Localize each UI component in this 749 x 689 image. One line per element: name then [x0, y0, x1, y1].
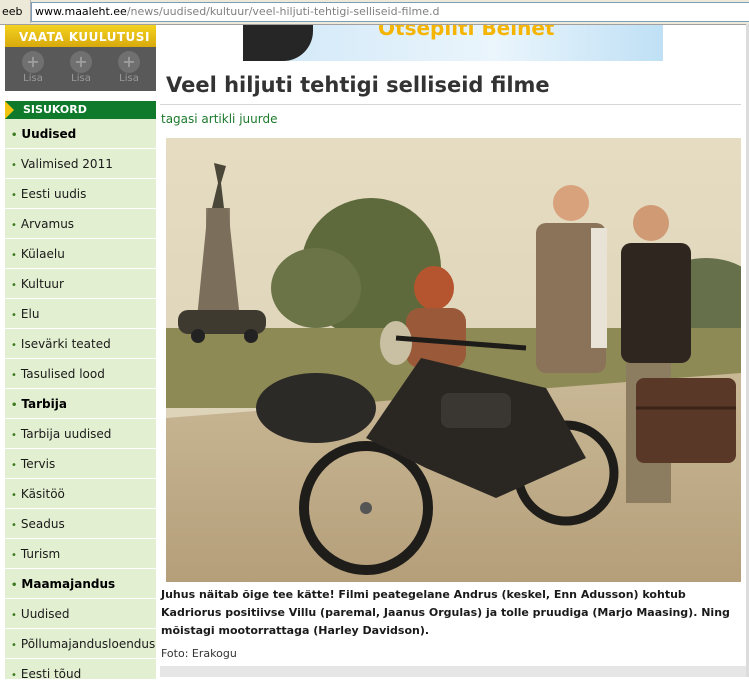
sidebar-item-label: Eesti uudis [20, 187, 87, 201]
bullet-icon: • [11, 280, 17, 291]
sidebar-item-label: Külaelu [20, 247, 65, 261]
bullet-icon: • [11, 340, 17, 351]
sidebar-item-label: Seadus [20, 517, 65, 531]
nav-header: SISUKORD [5, 101, 156, 119]
back-to-article-link[interactable]: tagasi artikli juurde [161, 112, 277, 126]
sidebar-item-maamajandus-uudised[interactable]: • Uudised [5, 599, 156, 629]
plus-icon: + [70, 51, 92, 73]
sidebar-item-label: Uudised [21, 127, 77, 141]
classifieds-ad-box[interactable]: VAATA KUULUTUSI + Lisa + Lisa + Lisa [5, 25, 156, 91]
sidebar-item-label: Tervis [20, 457, 56, 471]
add-label: Lisa [23, 73, 43, 84]
bullet-icon: • [11, 250, 17, 261]
sidebar-item-tasulised-lood[interactable]: • Tasulised lood [5, 359, 156, 389]
plus-icon: + [22, 51, 44, 73]
add-button-1[interactable]: + Lisa [13, 51, 53, 84]
sidebar-item-label: Valimised 2011 [20, 157, 113, 171]
banner-text: Otsepilti Belnet [378, 25, 555, 40]
sidebar-item-label: Eesti tõud [20, 667, 82, 681]
bullet-icon: • [11, 400, 18, 411]
sidebar-item-label: Maamajandus [21, 577, 116, 591]
address-label: eeb [0, 0, 31, 23]
sidebar-item-elu[interactable]: • Elu [5, 299, 156, 329]
add-label: Lisa [71, 73, 91, 84]
sidebar-item-isevarki-teated[interactable]: • Isevärki teated [5, 329, 156, 359]
page-title: Veel hiljuti tehtigi selliseid filme [166, 73, 550, 97]
sidebar-item-label: Tarbija uudised [20, 427, 112, 441]
sidebar-item-seadus[interactable]: • Seadus [5, 509, 156, 539]
sidebar-item-label: Tasulised lood [20, 367, 105, 381]
sidebar-item-label: Käsitöö [20, 487, 65, 501]
bullet-icon: • [11, 610, 17, 621]
top-banner-ad[interactable]: Otsepilti Belnet [243, 25, 663, 61]
url-domain: www.maaleht.ee [35, 5, 127, 18]
bullet-icon: • [11, 310, 17, 321]
bullet-icon: • [11, 490, 17, 501]
bullet-icon: • [11, 640, 17, 651]
sidebar-item-maamajandus[interactable]: • Maamajandus [5, 569, 156, 599]
vintage-film-still-image [166, 138, 741, 582]
bullet-icon: • [11, 550, 17, 561]
photo-caption: Juhus näitab õige tee kätte! Filmi peate… [161, 588, 730, 637]
sidebar-item-eesti-uudis[interactable]: • Eesti uudis [5, 179, 156, 209]
photo-credit: Foto: Erakogu [161, 647, 237, 660]
main-content: Otsepilti Belnet Veel hiljuti tehtigi se… [160, 25, 749, 677]
sidebar-item-arvamus[interactable]: • Arvamus [5, 209, 156, 239]
sidebar-item-kulaelu[interactable]: • Külaelu [5, 239, 156, 269]
bullet-icon: • [11, 580, 18, 591]
sidebar-item-tervis[interactable]: • Tervis [5, 449, 156, 479]
sidebar-item-kasitoo[interactable]: • Käsitöö [5, 479, 156, 509]
banner-figure [243, 25, 313, 61]
sidebar-item-label: Kultuur [20, 277, 64, 291]
url-field[interactable]: www.maaleht.ee/news/uudised/kultuur/veel… [31, 2, 749, 22]
title-divider [160, 104, 741, 105]
sidebar-item-label: Põllumajandusloendus [20, 637, 156, 651]
bullet-icon: • [11, 160, 17, 171]
sidebar-item-valimised[interactable]: • Valimised 2011 [5, 149, 156, 179]
sidebar-item-label: Uudised [20, 607, 70, 621]
classifieds-title: VAATA KUULUTUSI [5, 25, 156, 47]
sidebar-item-kultuur[interactable]: • Kultuur [5, 269, 156, 299]
bullet-icon: • [11, 130, 18, 141]
add-button-3[interactable]: + Lisa [109, 51, 149, 84]
bullet-icon: • [11, 220, 17, 231]
sidebar-item-turism[interactable]: • Turism [5, 539, 156, 569]
sidebar-item-eesti-toud[interactable]: • Eesti tõud [5, 659, 156, 689]
browser-address-bar: eeb www.maaleht.ee/news/uudised/kultuur/… [0, 0, 749, 25]
article-photo [166, 138, 741, 582]
bullet-icon: • [11, 460, 17, 471]
sidebar-item-label: Isevärki teated [20, 337, 111, 351]
bullet-icon: • [11, 430, 17, 441]
bullet-icon: • [11, 670, 17, 681]
add-button-2[interactable]: + Lisa [61, 51, 101, 84]
sidebar-nav: • Uudised • Valimised 2011 • Eesti uudis • A… [5, 119, 156, 689]
sidebar-item-label: Elu [20, 307, 40, 321]
bullet-icon: • [11, 190, 17, 201]
sidebar-item-label: Arvamus [20, 217, 75, 231]
bottom-bar [160, 666, 749, 677]
bullet-icon: • [11, 370, 17, 381]
sidebar-item-label: Turism [20, 547, 61, 561]
sidebar-item-pollumajandusloendus[interactable]: • Põllumajandusloendus [5, 629, 156, 659]
left-column: VAATA KUULUTUSI + Lisa + Lisa + Lisa SIS… [5, 25, 156, 689]
sidebar-item-label: Tarbija [21, 397, 67, 411]
sidebar-item-uudised[interactable]: • Uudised [5, 119, 156, 149]
url-path: /news/uudised/kultuur/veel-hiljuti-tehti… [126, 5, 440, 18]
sidebar-item-tarbija-uudised[interactable]: • Tarbija uudised [5, 419, 156, 449]
bullet-icon: • [11, 520, 17, 531]
add-label: Lisa [119, 73, 139, 84]
sidebar-item-tarbija[interactable]: • Tarbija [5, 389, 156, 419]
plus-icon: + [118, 51, 140, 73]
